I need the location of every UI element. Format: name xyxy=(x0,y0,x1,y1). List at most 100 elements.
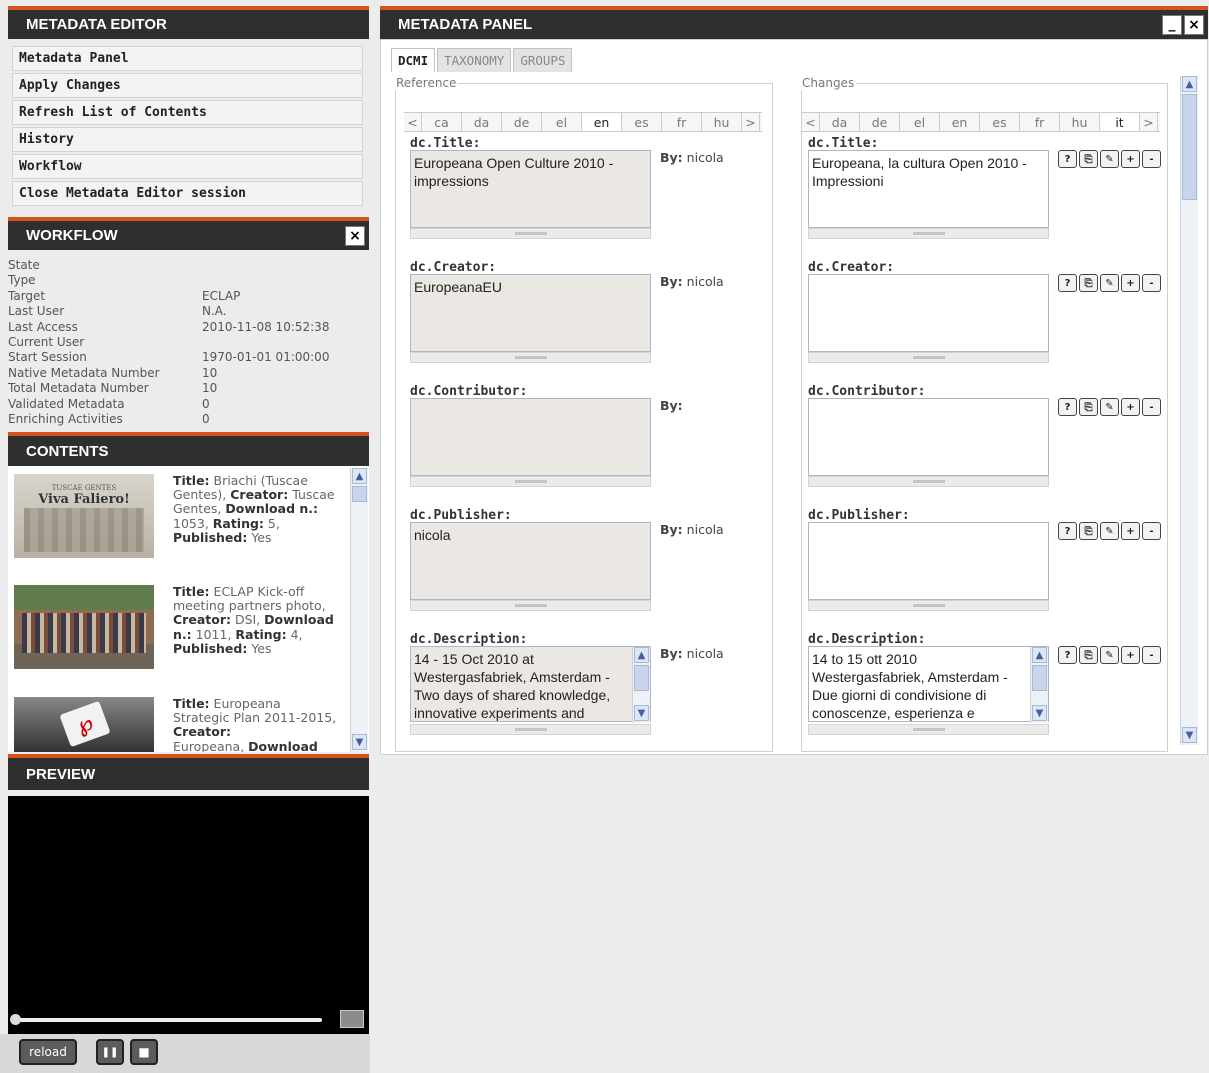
lang-tab-da[interactable]: da xyxy=(820,113,860,131)
lang-prev-icon[interactable]: < xyxy=(404,113,422,131)
changes-contributor-field[interactable] xyxy=(808,398,1049,476)
remove-icon[interactable]: - xyxy=(1142,522,1161,540)
lang-tab-en[interactable]: en xyxy=(940,113,980,131)
lang-tab-da[interactable]: da xyxy=(462,113,502,131)
field-resize-handle[interactable] xyxy=(410,476,651,487)
changes-publisher-field[interactable] xyxy=(808,522,1049,600)
remove-icon[interactable]: - xyxy=(1142,646,1161,664)
menu-item-apply-changes[interactable]: Apply Changes xyxy=(12,73,363,98)
field-resize-handle[interactable] xyxy=(410,352,651,363)
fullscreen-icon[interactable] xyxy=(340,1010,364,1028)
help-icon[interactable]: ? xyxy=(1058,150,1077,168)
lang-next-icon[interactable]: > xyxy=(1140,113,1158,131)
scroll-up-icon[interactable]: ▲ xyxy=(634,647,649,663)
menu-item-history[interactable]: History xyxy=(12,127,363,152)
scroll-thumb[interactable] xyxy=(1182,94,1197,200)
video-progress-bar[interactable] xyxy=(14,1018,322,1022)
field-resize-handle[interactable] xyxy=(410,724,651,735)
scroll-down-icon[interactable]: ▼ xyxy=(1182,727,1197,743)
add-icon[interactable]: + xyxy=(1121,274,1140,292)
help-icon[interactable]: ? xyxy=(1058,522,1077,540)
add-icon[interactable]: + xyxy=(1121,398,1140,416)
lang-tab-fr[interactable]: fr xyxy=(662,113,702,131)
list-item[interactable]: ℘ Title: Europeana Strategic Plan 2011-2… xyxy=(8,695,348,752)
lang-tab-de[interactable]: de xyxy=(860,113,900,131)
remove-icon[interactable]: - xyxy=(1142,398,1161,416)
menu-item-workflow[interactable]: Workflow xyxy=(12,154,363,179)
lang-tab-el[interactable]: el xyxy=(900,113,940,131)
scroll-up-icon[interactable]: ▲ xyxy=(1032,647,1047,663)
field-resize-handle[interactable] xyxy=(410,228,651,239)
lang-tab-it[interactable]: it xyxy=(1100,113,1140,131)
minimize-icon[interactable]: _ xyxy=(1162,14,1182,35)
lang-tab-fr[interactable]: fr xyxy=(1020,113,1060,131)
tab-taxonomy[interactable]: TAXONOMY xyxy=(437,48,512,72)
copy-icon[interactable]: ⎘ xyxy=(1079,646,1098,664)
changes-description-field[interactable]: 14 to 15 ott 2010 Westergasfabriek, Amst… xyxy=(808,646,1049,722)
menu-item-metadata-panel[interactable]: Metadata Panel xyxy=(12,46,363,71)
lang-tab-es[interactable]: es xyxy=(622,113,662,131)
field-resize-handle[interactable] xyxy=(808,228,1049,239)
list-item[interactable]: TUSCAE GENTES Viva Faliero! Title: Briac… xyxy=(8,470,348,580)
lang-tab-en[interactable]: en xyxy=(582,113,622,131)
description-scrollbar[interactable]: ▲ ▼ xyxy=(1030,647,1048,723)
description-scrollbar[interactable]: ▲ ▼ xyxy=(632,647,650,723)
field-resize-handle[interactable] xyxy=(808,476,1049,487)
tab-dcmi[interactable]: DCMI xyxy=(391,48,436,72)
lang-tab-el[interactable]: el xyxy=(542,113,582,131)
video-preview[interactable] xyxy=(8,796,369,1073)
menu-item-close-session[interactable]: Close Metadata Editor session xyxy=(12,181,363,206)
add-icon[interactable]: + xyxy=(1121,150,1140,168)
metadata-panel-scrollbar[interactable]: ▲ ▼ xyxy=(1180,76,1198,745)
remove-icon[interactable]: - xyxy=(1142,274,1161,292)
copy-icon[interactable]: ⎘ xyxy=(1079,150,1098,168)
pause-icon[interactable]: ❚❚ xyxy=(96,1039,124,1065)
scroll-thumb[interactable] xyxy=(352,486,367,502)
add-icon[interactable]: + xyxy=(1121,522,1140,540)
menu-item-refresh-contents[interactable]: Refresh List of Contents xyxy=(12,100,363,125)
lang-next-icon[interactable]: > xyxy=(742,113,760,131)
field-resize-handle[interactable] xyxy=(808,724,1049,735)
reference-contributor-field[interactable] xyxy=(410,398,651,476)
scroll-up-icon[interactable]: ▲ xyxy=(352,468,367,484)
tab-groups[interactable]: GROUPS xyxy=(513,48,573,72)
progress-handle[interactable] xyxy=(10,1014,21,1025)
scroll-down-icon[interactable]: ▼ xyxy=(1032,705,1047,721)
edit-icon[interactable]: ✎ xyxy=(1100,274,1119,292)
reference-description-field[interactable]: 14 - 15 Oct 2010 at Westergasfabriek, Am… xyxy=(410,646,651,722)
edit-icon[interactable]: ✎ xyxy=(1100,150,1119,168)
reference-publisher-field[interactable]: nicola xyxy=(410,522,651,600)
reference-title-field[interactable]: Europeana Open Culture 2010 - impression… xyxy=(410,150,651,228)
lang-tab-es[interactable]: es xyxy=(980,113,1020,131)
help-icon[interactable]: ? xyxy=(1058,646,1077,664)
reload-button[interactable]: reload xyxy=(19,1039,77,1065)
copy-icon[interactable]: ⎘ xyxy=(1079,274,1098,292)
lang-tab-ca[interactable]: ca xyxy=(422,113,462,131)
scroll-thumb[interactable] xyxy=(1032,665,1047,691)
contents-scrollbar[interactable]: ▲ ▼ xyxy=(350,468,368,752)
scroll-up-icon[interactable]: ▲ xyxy=(1182,76,1197,92)
workflow-close-icon[interactable]: × xyxy=(345,225,365,246)
copy-icon[interactable]: ⎘ xyxy=(1079,522,1098,540)
lang-tab-hu[interactable]: hu xyxy=(702,113,742,131)
remove-icon[interactable]: - xyxy=(1142,150,1161,168)
lang-tab-hu[interactable]: hu xyxy=(1060,113,1100,131)
edit-icon[interactable]: ✎ xyxy=(1100,646,1119,664)
scroll-down-icon[interactable]: ▼ xyxy=(352,734,367,750)
scroll-thumb[interactable] xyxy=(634,665,649,691)
close-icon[interactable]: × xyxy=(1184,14,1204,35)
add-icon[interactable]: + xyxy=(1121,646,1140,664)
help-icon[interactable]: ? xyxy=(1058,274,1077,292)
lang-prev-icon[interactable]: < xyxy=(802,113,820,131)
scroll-down-icon[interactable]: ▼ xyxy=(634,705,649,721)
reference-creator-field[interactable]: EuropeanaEU xyxy=(410,274,651,352)
changes-creator-field[interactable] xyxy=(808,274,1049,352)
edit-icon[interactable]: ✎ xyxy=(1100,398,1119,416)
changes-title-field[interactable]: Europeana, la cultura Open 2010 - Impres… xyxy=(808,150,1049,228)
edit-icon[interactable]: ✎ xyxy=(1100,522,1119,540)
copy-icon[interactable]: ⎘ xyxy=(1079,398,1098,416)
help-icon[interactable]: ? xyxy=(1058,398,1077,416)
lang-tab-de[interactable]: de xyxy=(502,113,542,131)
list-item[interactable]: Title: ECLAP Kick-off meeting partners p… xyxy=(8,583,348,693)
field-resize-handle[interactable] xyxy=(410,600,651,611)
